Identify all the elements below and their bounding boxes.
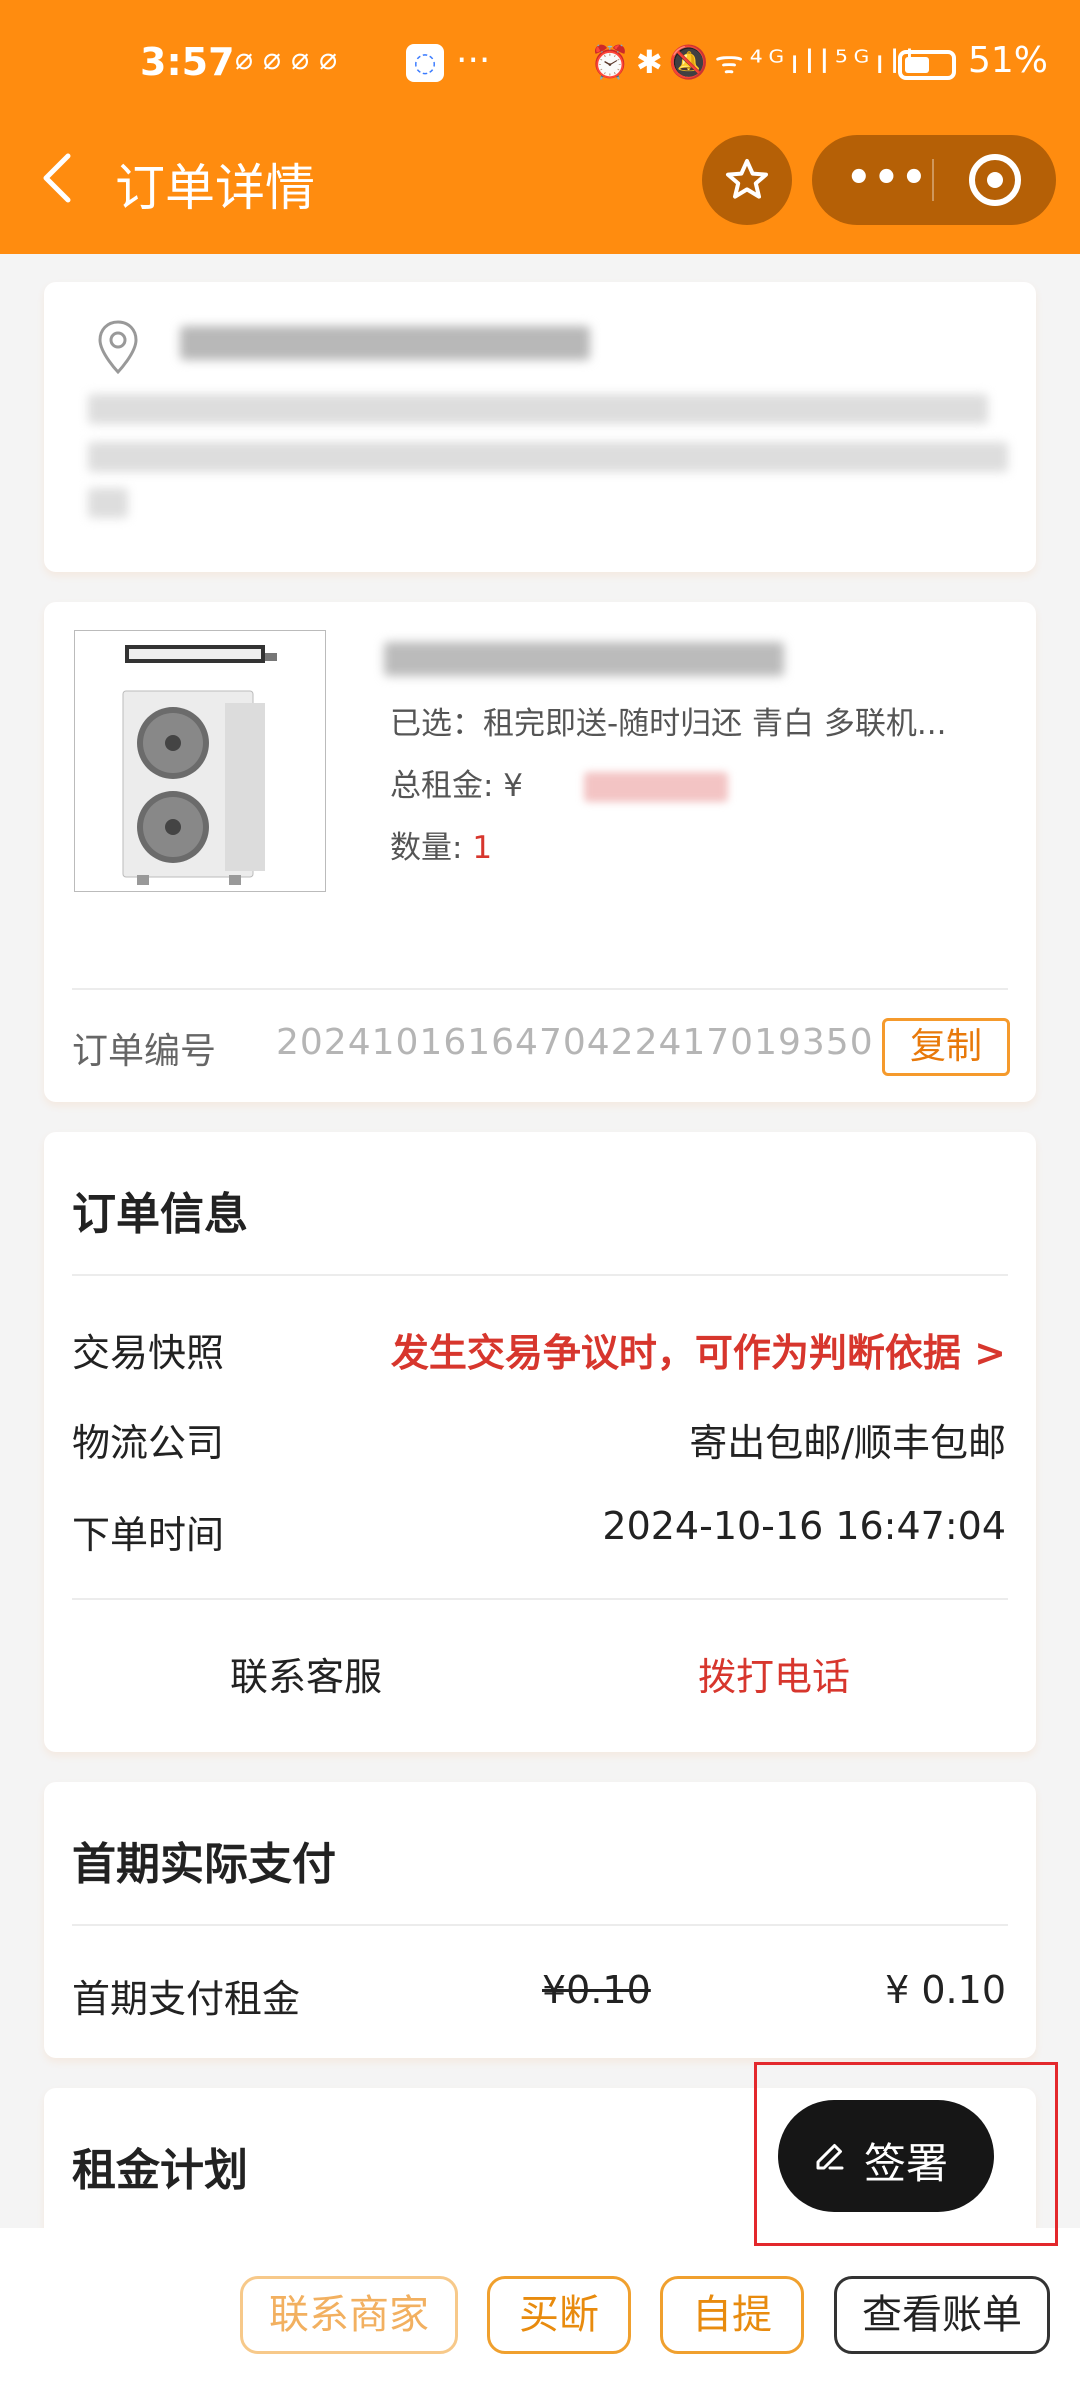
order-number: 20241016164704224170193​50 bbox=[276, 1022, 874, 1063]
copy-button[interactable]: 复制 bbox=[882, 1018, 1010, 1076]
more-menu-icon[interactable]: ••• bbox=[846, 155, 929, 201]
location-pin-icon bbox=[98, 320, 138, 375]
selected-spec: 已选：租完即送-随时归还 青白 多联机... bbox=[390, 706, 947, 742]
contact-merchant-button[interactable]: 联系商家 bbox=[240, 2276, 458, 2354]
bottom-action-bar: 联系商家 买断 自提 查看账单 bbox=[0, 2228, 1080, 2400]
product-card: 已选：租完即送-随时归还 青白 多联机... 总租金: ¥ 数量: 1 订单编号… bbox=[44, 602, 1036, 1102]
order-info-card: 订单信息 交易快照 发生交易争议时，可作为判断依据 > 物流公司 寄出包邮/顺丰… bbox=[44, 1132, 1036, 1752]
favorite-button[interactable] bbox=[702, 135, 792, 225]
contact-service-button[interactable]: 联系客服 bbox=[230, 1646, 382, 1701]
chat-app-icon: ◌ bbox=[406, 44, 444, 82]
order-number-label: 订单编号 bbox=[72, 1031, 217, 1072]
snapshot-link[interactable]: 发生交易争议时，可作为判断依据 > bbox=[391, 1322, 1006, 1377]
notification-icons: ⌀⌀⌀⌀ bbox=[235, 42, 348, 77]
close-miniapp-icon[interactable] bbox=[969, 154, 1021, 206]
star-icon bbox=[726, 159, 768, 199]
view-bill-button[interactable]: 查看账单 bbox=[834, 2276, 1050, 2354]
edit-pen-icon bbox=[816, 2144, 844, 2170]
divider bbox=[72, 1274, 1008, 1276]
rent-plan-title: 租金计划 bbox=[72, 2145, 248, 2196]
more-notifications-icon: ··· bbox=[456, 40, 491, 81]
recipient-blurred bbox=[180, 326, 590, 360]
address-card[interactable] bbox=[44, 282, 1036, 572]
total-rent-blurred bbox=[584, 772, 728, 802]
first-payment-title: 首期实际支付 bbox=[72, 1839, 336, 1890]
address-line-2-blurred bbox=[88, 442, 1008, 472]
back-arrow-icon[interactable] bbox=[38, 148, 78, 208]
page-title: 订单详情 bbox=[115, 159, 315, 217]
call-phone-button[interactable]: 拨打电话 bbox=[698, 1646, 850, 1701]
divider bbox=[72, 1924, 1008, 1926]
status-time: 3:57 bbox=[140, 40, 235, 84]
address-line-3-blurred bbox=[88, 488, 128, 518]
logistics-label: 物流公司 bbox=[72, 1421, 225, 1465]
quantity: 数量: 1 bbox=[390, 822, 492, 867]
sign-label: 签署 bbox=[864, 2139, 949, 2188]
original-price: ¥0.10 bbox=[542, 1968, 651, 2012]
snapshot-label: 交易快照 bbox=[72, 1331, 225, 1375]
quantity-label: 数量: bbox=[390, 830, 473, 866]
order-info-title: 订单信息 bbox=[72, 1189, 248, 1240]
capsule-divider bbox=[932, 159, 934, 201]
system-status-icons: ⏰✱🔕ᯤ⁴ᴳıll⁵ᴳıll bbox=[590, 43, 920, 81]
miniapp-capsule: ••• bbox=[812, 135, 1056, 225]
first-payment-card: 首期实际支付 首期支付租金 ¥0.10 ¥ 0.10 bbox=[44, 1782, 1036, 2058]
battery-level: 51% bbox=[968, 40, 1049, 81]
pickup-button[interactable]: 自提 bbox=[660, 2276, 804, 2354]
order-time-value: 2024-10-16 16:47:04 bbox=[602, 1504, 1006, 1548]
first-payment-label: 首期支付租金 bbox=[72, 1977, 301, 2021]
divider bbox=[72, 988, 1008, 990]
logistics-value: 寄出包邮/顺丰包邮 bbox=[689, 1421, 1006, 1465]
actual-price: ¥ 0.10 bbox=[885, 1968, 1006, 2012]
product-image[interactable] bbox=[74, 630, 326, 892]
status-bar: 3:57 ⌀⌀⌀⌀ ◌ ··· ⏰✱🔕ᯤ⁴ᴳıll⁵ᴳıll 51% bbox=[0, 40, 1080, 94]
buyout-button[interactable]: 买断 bbox=[487, 2276, 631, 2354]
header-bar: 3:57 ⌀⌀⌀⌀ ◌ ··· ⏰✱🔕ᯤ⁴ᴳıll⁵ᴳıll 51% 订单详情 … bbox=[0, 0, 1080, 254]
quantity-value: 1 bbox=[472, 830, 493, 866]
sign-button[interactable]: 签署 bbox=[778, 2100, 994, 2212]
address-line-1-blurred bbox=[88, 394, 988, 424]
divider bbox=[72, 1598, 1008, 1600]
battery-icon bbox=[898, 50, 956, 80]
product-name-blurred bbox=[384, 642, 784, 676]
total-rent: 总租金: ¥ bbox=[390, 760, 523, 805]
order-time-label: 下单时间 bbox=[72, 1513, 225, 1557]
total-rent-label: 总租金: ¥ bbox=[390, 768, 524, 804]
